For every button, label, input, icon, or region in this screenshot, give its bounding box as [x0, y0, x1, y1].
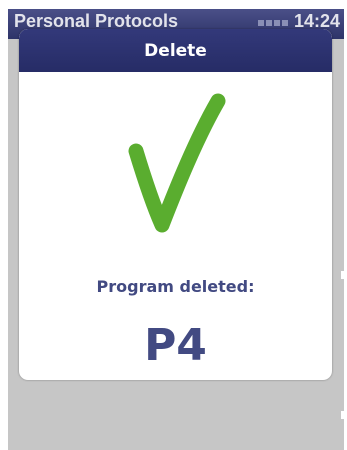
signal-indicator-icon [258, 20, 288, 26]
scroll-marker-bottom [341, 411, 344, 419]
checkmark-icon [128, 93, 226, 233]
program-name: P4 [144, 320, 207, 371]
device-screen: Personal Protocols 14:24 Delete Program … [8, 9, 344, 450]
dialog-title: Delete [144, 40, 207, 61]
status-message: Program deleted: [96, 277, 255, 296]
delete-confirmation-dialog: Delete Program deleted: P4 [19, 29, 332, 380]
scroll-marker-top [341, 271, 344, 279]
dialog-header: Delete [19, 29, 332, 72]
